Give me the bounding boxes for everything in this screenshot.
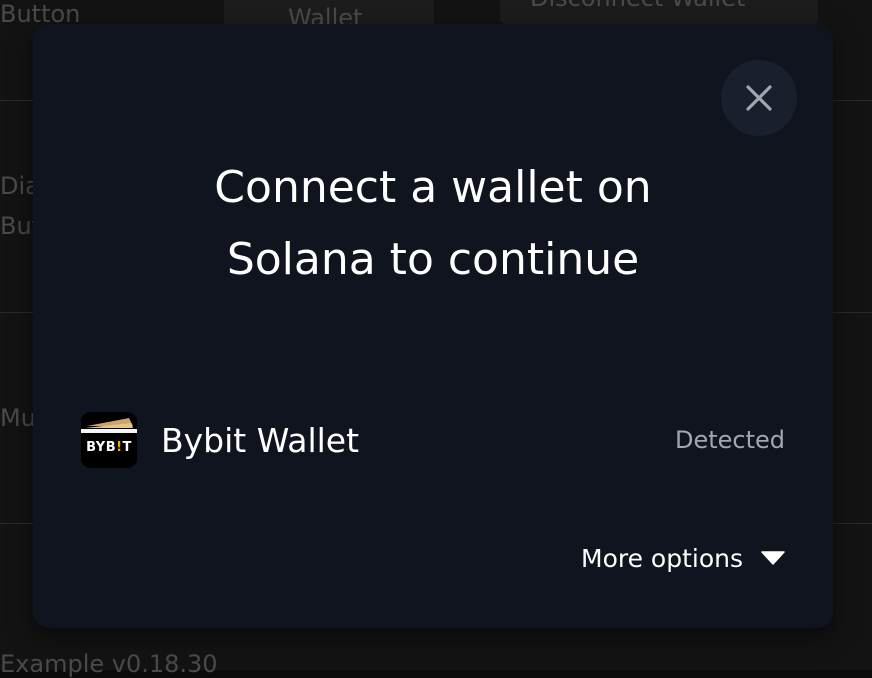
bybit-logo-text: BYB!T: [86, 440, 132, 455]
close-icon: [746, 85, 772, 111]
bg-version-label: Example v0.18.30: [0, 650, 218, 678]
modal-title: Connect a wallet on Solana to continue: [33, 152, 833, 296]
modal-title-line-2: Solana to continue: [226, 234, 640, 285]
modal-title-line-1: Connect a wallet on: [214, 162, 652, 213]
connect-wallet-modal: Connect a wallet on Solana to continue B…: [33, 24, 833, 628]
bg-disconnect-button-label: Disconnect Wallet: [530, 0, 745, 12]
wallet-list-item-bybit[interactable]: BYB!T Bybit Wallet Detected: [57, 388, 809, 492]
wallet-status-badge: Detected: [674, 426, 785, 454]
more-options-button[interactable]: More options: [581, 536, 785, 580]
bybit-wallet-logo: BYB!T: [81, 412, 137, 468]
chevron-down-icon: [761, 551, 785, 565]
more-options-label: More options: [581, 543, 743, 573]
bg-label: Mu: [0, 404, 36, 432]
close-button[interactable]: [721, 60, 797, 136]
bybit-logo-accent: !: [116, 440, 123, 455]
wallet-name: Bybit Wallet: [161, 420, 360, 460]
